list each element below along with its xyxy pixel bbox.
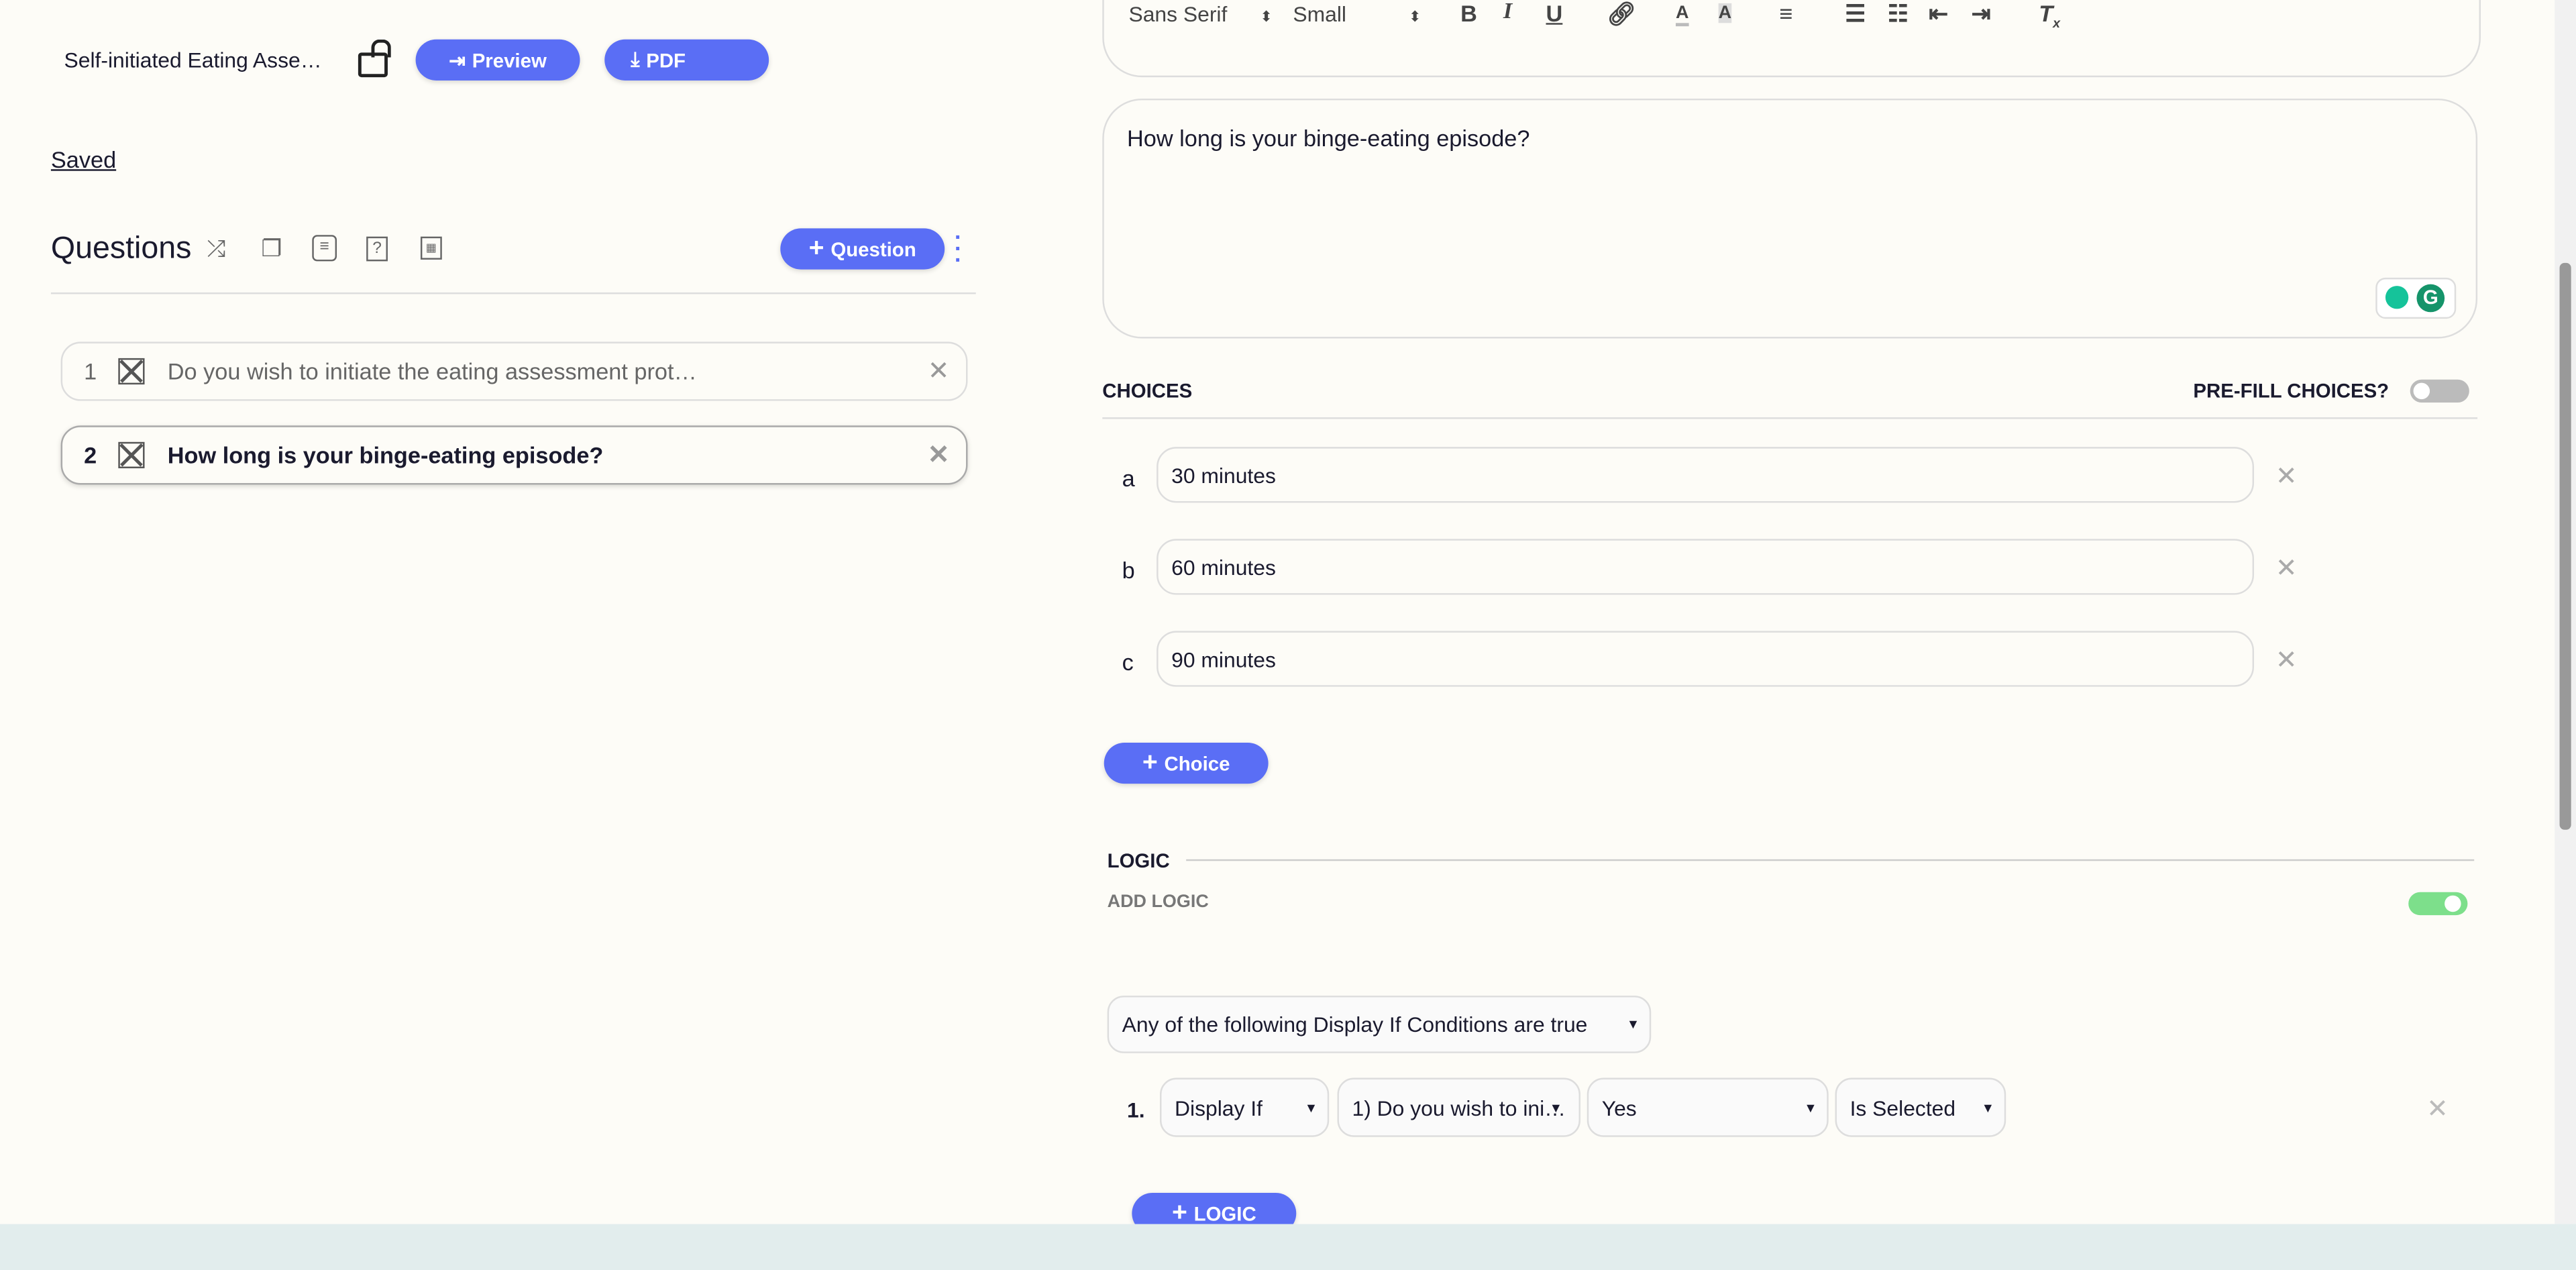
prefill-toggle[interactable]	[2410, 379, 2469, 403]
condition-question-select[interactable]: 1) Do you wish to ini… ▼	[1337, 1077, 1580, 1137]
copy-icon[interactable]: ❐	[261, 235, 282, 263]
align-icon[interactable]: ≡	[1779, 0, 1792, 26]
download-icon: ⤓	[631, 48, 640, 71]
footer-bar	[0, 1224, 2576, 1270]
bold-icon[interactable]: B	[1460, 0, 1477, 26]
link-icon[interactable]: 🔗︎	[1607, 0, 1636, 28]
checkbox-icon	[118, 441, 145, 468]
form-title: Self-initiated Eating Asse…	[64, 48, 322, 72]
caret-down-icon: ▼	[1626, 1016, 1640, 1032]
choice-input-a[interactable]: 30 minutes	[1157, 447, 2255, 503]
underline-icon[interactable]: U	[1546, 0, 1563, 26]
ordered-list-icon[interactable]: ☰	[1845, 0, 1866, 28]
indent-icon[interactable]: ⇥	[1972, 0, 1991, 28]
question-item-1[interactable]: 1 Do you wish to initiate the eating ass…	[60, 341, 968, 401]
calendar-icon[interactable]: ▦	[420, 236, 442, 260]
preview-icon: ⇥	[449, 48, 466, 72]
choice-input-c[interactable]: 90 minutes	[1157, 631, 2255, 687]
checkbox-icon	[118, 358, 145, 385]
clear-format-icon[interactable]: Tx	[2039, 0, 2060, 31]
pdf-button[interactable]: ⤓ PDF	[604, 39, 769, 81]
add-question-button[interactable]: + Question	[780, 228, 945, 270]
size-select[interactable]: Small ⬍	[1293, 1, 1421, 26]
plus-icon: +	[808, 233, 824, 262]
help-icon[interactable]: ?	[366, 236, 388, 262]
logic-mode-select[interactable]: Any of the following Display If Conditio…	[1107, 996, 1652, 1053]
questions-title: Questions	[50, 231, 192, 266]
condition-operator-select[interactable]: Is Selected ▼	[1835, 1077, 2006, 1137]
grammarly-icon[interactable]: G	[2375, 277, 2457, 319]
more-menu-icon[interactable]: · · ·	[955, 225, 962, 272]
text-color-icon[interactable]: A	[1675, 3, 1689, 27]
background-color-icon[interactable]: A	[1718, 3, 1732, 23]
divider	[1102, 417, 2478, 419]
unlock-shackle	[371, 39, 391, 58]
list-icon[interactable]: ≡	[312, 235, 337, 262]
question-text-editor[interactable]: How long is your binge-eating episode?	[1102, 98, 2478, 339]
scrollbar[interactable]	[2555, 0, 2576, 1224]
condition-type-select[interactable]: Display If ▼	[1159, 1077, 1330, 1137]
logic-title: LOGIC	[1107, 849, 1170, 873]
plus-icon: +	[1142, 748, 1158, 777]
condition-number: 1.	[1127, 1097, 1145, 1122]
font-select[interactable]: Sans Serif ⬍	[1128, 1, 1272, 26]
scrollbar-thumb[interactable]	[2559, 262, 2571, 830]
prefill-label: PRE-FILL CHOICES?	[2193, 379, 2390, 403]
condition-answer-select[interactable]: Yes ▼	[1587, 1077, 1829, 1137]
add-logic-toggle[interactable]	[2408, 892, 2468, 916]
remove-condition-icon[interactable]: ✕	[2426, 1093, 2449, 1126]
outdent-icon[interactable]: ⇤	[1929, 0, 1948, 28]
close-icon[interactable]: ✕	[928, 355, 950, 388]
choices-title: CHOICES	[1102, 379, 1193, 403]
divider	[1186, 859, 2475, 861]
choice-input-b[interactable]: 60 minutes	[1157, 539, 2255, 595]
bullet-list-icon[interactable]: ☷	[1888, 0, 1909, 28]
question-item-2[interactable]: 2 How long is your binge-eating episode?…	[60, 425, 968, 485]
divider	[50, 292, 976, 295]
add-choice-button[interactable]: + Choice	[1104, 742, 1269, 784]
remove-choice-icon[interactable]: ✕	[2275, 552, 2298, 585]
add-logic-label: ADD LOGIC	[1107, 892, 1209, 912]
remove-choice-icon[interactable]: ✕	[2275, 644, 2298, 677]
preview-button[interactable]: ⇥ Preview	[415, 39, 580, 81]
close-icon[interactable]: ✕	[928, 439, 950, 472]
italic-icon[interactable]: I	[1503, 0, 1512, 26]
saved-status[interactable]: Saved	[51, 146, 116, 172]
shuffle-icon[interactable]: ⤮	[207, 235, 225, 263]
remove-choice-icon[interactable]: ✕	[2275, 460, 2298, 493]
